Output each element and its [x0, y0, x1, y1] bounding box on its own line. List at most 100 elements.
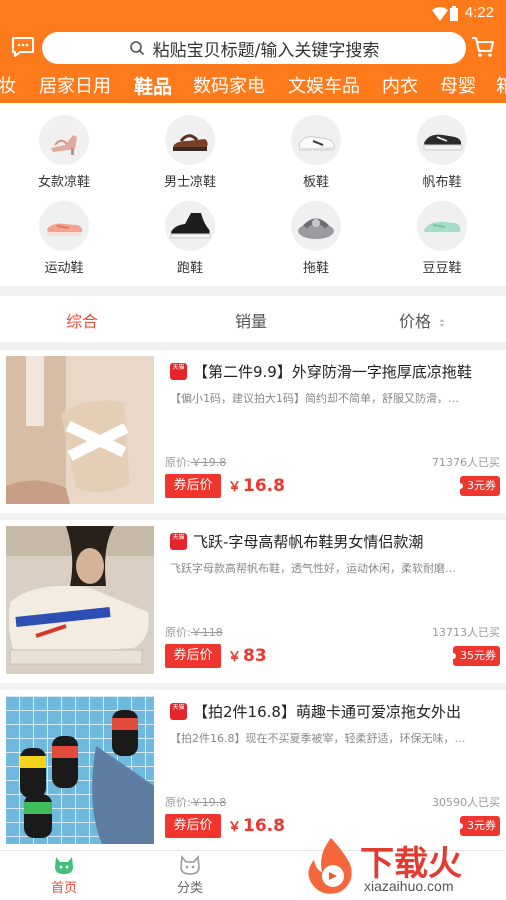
nav-home-label: 首页: [50, 881, 77, 896]
subcat-label: 跑鞋: [176, 261, 203, 276]
subcat-label: 女款凉鞋: [37, 175, 90, 190]
tab-shoes[interactable]: 鞋品: [134, 72, 172, 99]
product-image: [6, 526, 154, 674]
home-cat-icon: [55, 857, 73, 874]
product-card[interactable]: 天猫 【拍2件16.8】萌趣卡通可爱凉拖女外出 【拍2件16.8】现在不买夏季被…: [0, 690, 506, 853]
tab-makeup[interactable]: 妆: [0, 72, 16, 98]
status-time: 4:22: [464, 4, 494, 21]
product-desc: 飞跃字母款高帮帆布鞋，透气性好，运动休闲，柔软耐磨…: [170, 562, 456, 575]
subcat-label: 豆豆鞋: [422, 261, 462, 276]
category-cat-icon: [180, 855, 200, 875]
search-icon: [129, 41, 144, 56]
currency-symbol: ￥: [228, 650, 242, 665]
watermark-url: xiazaihuo.com: [364, 878, 454, 894]
app-header: 4:22 粘贴宝贝标题/输入关键字搜索 妆 居家日用 鞋品 数码家电 文娱车品 …: [0, 0, 506, 103]
product-desc: 【拍2件16.8】现在不买夏季被宰，轻柔舒适，环保无味，…: [170, 732, 466, 745]
original-price-label: 原价:: [165, 626, 191, 639]
sold-count: 13713人已买: [432, 626, 500, 639]
original-price-value: ￥118: [190, 626, 223, 639]
price-value: 16.8: [243, 476, 285, 496]
watermark-logo: 下载火 xiazaihuo.com: [296, 832, 506, 900]
status-bar: 4:22: [0, 0, 506, 28]
product-image: [6, 696, 154, 844]
after-coupon-price: ￥ 16.8: [228, 814, 285, 840]
original-price-value: ￥19.8: [190, 456, 227, 469]
search-row: 粘贴宝贝标题/输入关键字搜索: [0, 28, 506, 68]
product-title-row: 天猫 【第二件9.9】外穿防滑一字拖厚底凉拖鞋: [170, 361, 500, 382]
subcat-loafers[interactable]: 豆豆鞋: [382, 201, 502, 281]
original-price-label: 原价:: [165, 456, 191, 469]
product-card[interactable]: 天猫 【第二件9.9】外穿防滑一字拖厚底凉拖鞋 【偏小1码，建议拍大1码】简约却…: [0, 350, 506, 513]
subcat-sport-shoes[interactable]: 运动鞋: [4, 201, 124, 281]
message-icon[interactable]: [11, 36, 35, 58]
flame-logo-icon: [308, 838, 352, 894]
subcat-women-sandals[interactable]: 女款凉鞋: [4, 115, 124, 195]
subcategory-grid: 女款凉鞋 男士凉鞋 板鞋 帆布鞋 运动鞋 跑鞋 拖鞋 豆豆鞋: [0, 103, 506, 286]
coupon-badge[interactable]: 3元券: [457, 476, 500, 496]
tab-bags[interactable]: 箱: [496, 72, 506, 98]
canvas-shoe-icon: [417, 115, 467, 165]
after-coupon-label: 券后价: [165, 644, 221, 668]
nav-home[interactable]: 首页: [24, 855, 104, 896]
price-value: 83: [243, 646, 267, 666]
after-coupon-price: ￥ 16.8: [228, 474, 285, 500]
subcat-label: 拖鞋: [302, 261, 329, 276]
currency-symbol: ￥: [228, 820, 242, 835]
subcat-label: 男士凉鞋: [163, 175, 216, 190]
subcat-men-sandals[interactable]: 男士凉鞋: [130, 115, 250, 195]
product-image: [6, 356, 154, 504]
price-value: 16.8: [243, 816, 285, 836]
original-price-label: 原价:: [165, 796, 191, 809]
wifi-icon: [432, 7, 448, 21]
product-title[interactable]: 【第二件9.9】外穿防滑一字拖厚底凉拖鞋: [193, 361, 472, 382]
sort-price-label: 价格: [399, 312, 432, 331]
search-placeholder: 粘贴宝贝标题/输入关键字搜索: [152, 40, 380, 61]
battery-icon: [450, 6, 458, 21]
subcat-label: 运动鞋: [44, 261, 84, 276]
nav-category[interactable]: 分类: [150, 855, 230, 896]
loafer-icon: [417, 201, 467, 251]
currency-symbol: ￥: [228, 480, 242, 495]
sold-count: 71376人已买: [432, 456, 500, 469]
sport-shoe-icon: [39, 201, 89, 251]
running-shoe-icon: [165, 201, 215, 251]
search-input[interactable]: 粘贴宝贝标题/输入关键字搜索: [42, 32, 466, 64]
original-price-value: ￥19.8: [190, 796, 227, 809]
sneaker-icon: [291, 115, 341, 165]
tab-digital[interactable]: 数码家电: [193, 72, 265, 98]
sort-sales[interactable]: 销量: [235, 308, 267, 332]
subcat-label: 板鞋: [302, 175, 329, 190]
product-desc: 【偏小1码，建议拍大1码】简约却不简单，舒服又防滑，…: [170, 392, 459, 405]
subcat-running-shoes[interactable]: 跑鞋: [130, 201, 250, 281]
sandal-icon: [39, 115, 89, 165]
product-title[interactable]: 【拍2件16.8】萌趣卡通可爱凉拖女外出: [193, 701, 461, 722]
subcat-label: 帆布鞋: [422, 175, 462, 190]
product-title-row: 天猫 飞跃-字母高帮帆布鞋男女情侣款潮: [170, 531, 500, 552]
product-title[interactable]: 飞跃-字母高帮帆布鞋男女情侣款潮: [193, 531, 423, 552]
tmall-badge: 天猫: [170, 703, 187, 720]
sold-count: 30590人已买: [432, 796, 500, 809]
tab-baby[interactable]: 母婴: [440, 72, 476, 98]
original-price: 原价:￥19.8: [165, 794, 226, 810]
tab-home-goods[interactable]: 居家日用: [39, 72, 111, 98]
product-card[interactable]: 天猫 飞跃-字母高帮帆布鞋男女情侣款潮 飞跃字母款高帮帆布鞋，透气性好，运动休闲…: [0, 520, 506, 683]
sort-comprehensive[interactable]: 综合: [66, 308, 98, 332]
sort-arrows-icon: [439, 318, 445, 327]
slipper-icon: [291, 201, 341, 251]
sort-price[interactable]: 价格: [399, 308, 445, 332]
subcat-skate-shoes[interactable]: 板鞋: [256, 115, 376, 195]
sort-bar: 综合 销量 价格: [0, 296, 506, 342]
tab-entertainment-car[interactable]: 文娱车品: [288, 72, 360, 98]
coupon-badge[interactable]: 35元券: [450, 646, 500, 666]
after-coupon-label: 券后价: [165, 474, 221, 498]
product-title-row: 天猫 【拍2件16.8】萌趣卡通可爱凉拖女外出: [170, 701, 500, 722]
after-coupon-price: ￥ 83: [228, 644, 267, 670]
after-coupon-label: 券后价: [165, 814, 221, 838]
subcat-slippers[interactable]: 拖鞋: [256, 201, 376, 281]
tab-underwear[interactable]: 内衣: [382, 72, 418, 98]
cart-icon[interactable]: [471, 36, 495, 58]
category-tabs: 妆 居家日用 鞋品 数码家电 文娱车品 内衣 母婴 箱: [0, 70, 506, 102]
nav-category-label: 分类: [176, 881, 203, 896]
original-price: 原价:￥19.8: [165, 454, 226, 470]
subcat-canvas-shoes[interactable]: 帆布鞋: [382, 115, 502, 195]
